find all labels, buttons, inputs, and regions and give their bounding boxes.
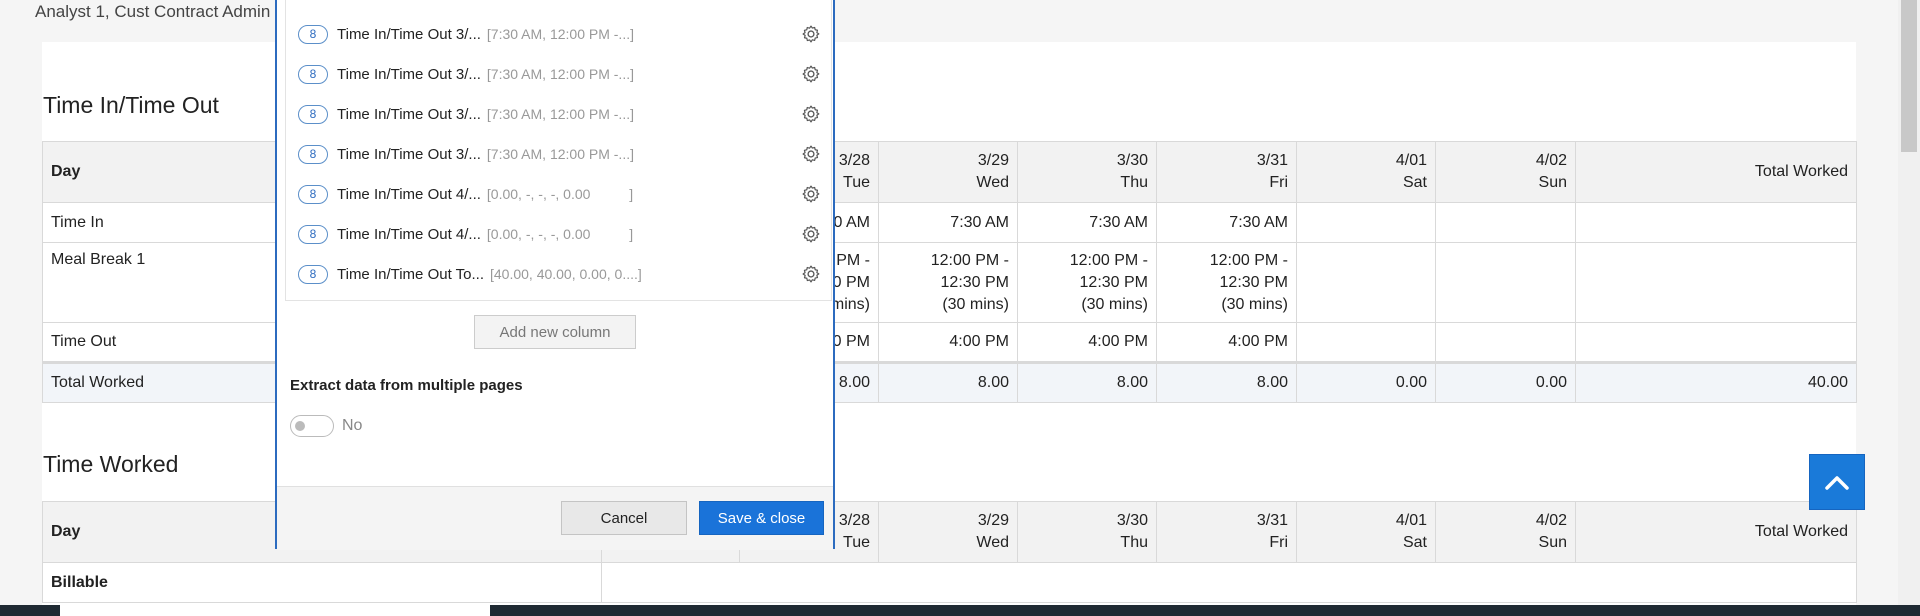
- column-preview: [0.00, -, -, -, 0.00 ]: [486, 226, 634, 242]
- column-name: Time In/Time Out To...: [337, 265, 484, 283]
- gear-icon[interactable]: [801, 184, 821, 204]
- list-item[interactable]: 8 Time In/Time Out To... [40.00, 40.00, …: [286, 254, 831, 294]
- chevron-up-icon: [1825, 476, 1849, 490]
- modal-footer: Cancel Save & close: [277, 486, 833, 550]
- count-badge: 8: [298, 224, 328, 244]
- column-name: Time In/Time Out 4/...: [337, 185, 481, 203]
- total-header: Total Worked: [1575, 501, 1857, 563]
- table-cell: [1435, 202, 1576, 243]
- table-cell: 8.00: [878, 361, 1018, 403]
- column-preview: [7:30 AM, 12:00 PM -...]: [486, 66, 634, 82]
- save-and-close-button[interactable]: Save & close: [699, 501, 824, 535]
- table-cell: [1435, 322, 1576, 363]
- table-cell: [1296, 202, 1436, 243]
- col-header: 3/31 Fri: [1156, 141, 1297, 203]
- list-item[interactable]: 8 Time In/Time Out 3/... [7:30 AM, 12:00…: [286, 134, 831, 174]
- column-preview: [0.00, -, -, -, 0.00 ]: [486, 186, 634, 202]
- gear-icon[interactable]: [801, 144, 821, 164]
- count-badge: 8: [298, 64, 328, 84]
- gear-icon[interactable]: [801, 224, 821, 244]
- column-preview: [7:30 AM, 12:00 PM -...]: [486, 26, 634, 42]
- column-preview: [40.00, 40.00, 0.00, 0....]: [489, 266, 642, 282]
- table-cell: 12:00 PM -12:30 PM (30 mins): [878, 242, 1018, 323]
- table-cell: 8.00: [1156, 361, 1297, 403]
- table-cell: [1296, 242, 1436, 323]
- table-cell: 12:00 PM -12:30 PM (30 mins): [1017, 242, 1157, 323]
- column-name: Time In/Time Out 3/...: [337, 105, 481, 123]
- col-header: 4/02 Sun: [1435, 501, 1576, 563]
- scrollbar-thumb[interactable]: [1901, 0, 1917, 152]
- col-header: 4/01 Sat: [1296, 141, 1436, 203]
- table-cell: 4:00 PM: [878, 322, 1018, 363]
- count-badge: 8: [298, 104, 328, 124]
- list-item[interactable]: 8 Time In/Time Out 3/... [7:30 AM, 12:00…: [286, 14, 831, 54]
- table-cell: 8.00: [1017, 361, 1157, 403]
- column-name: Time In/Time Out 3/...: [337, 25, 481, 43]
- table-cell: 7:30 AM: [1017, 202, 1157, 243]
- list-item[interactable]: 8 Time In/Time Out 3/... [7:30 AM, 12:00…: [286, 94, 831, 134]
- list-item[interactable]: 8 Time In/Time Out 3/... [7:30 AM, 12:00…: [286, 54, 831, 94]
- table-cell: 0.00: [1435, 361, 1576, 403]
- list-item[interactable]: 8 Time In/Time Out 4/... [0.00, -, -, -,…: [286, 174, 831, 214]
- toggle-knob: [295, 421, 305, 431]
- column-list: 8 Time In/Time Out 3/... [7:30 AM, 12:00…: [285, 0, 832, 301]
- table-cell: [1435, 242, 1576, 323]
- col-header: 3/30 Thu: [1017, 501, 1157, 563]
- col-header: 3/29 Wed: [878, 141, 1018, 203]
- table-cell: 4:00 PM: [1017, 322, 1157, 363]
- column-name: Time In/Time Out 3/...: [337, 145, 481, 163]
- col-header: 3/31 Fri: [1156, 501, 1297, 563]
- col-header: 3/29 Wed: [878, 501, 1018, 563]
- table-cell: [1575, 242, 1857, 323]
- user-role-text: Analyst 1, Cust Contract Admin: [35, 2, 271, 21]
- count-badge: 8: [298, 144, 328, 164]
- col-header: 4/01 Sat: [1296, 501, 1436, 563]
- column-preview: [7:30 AM, 12:00 PM -...]: [486, 106, 634, 122]
- table-cell: [1296, 322, 1436, 363]
- taskbar-search-area[interactable]: [60, 605, 490, 616]
- time-in-out-title: Time In/Time Out: [43, 92, 219, 118]
- table-cell: 7:30 AM: [1156, 202, 1297, 243]
- table-cell: [1575, 202, 1857, 243]
- table-cell: 12:00 PM -12:30 PM (30 mins): [1156, 242, 1297, 323]
- count-badge: 8: [298, 264, 328, 284]
- col-header: 4/02 Sun: [1435, 141, 1576, 203]
- add-new-column-button[interactable]: Add new column: [474, 315, 636, 349]
- table-cell: [1575, 322, 1857, 363]
- table-cell: 40.00: [1575, 361, 1857, 403]
- table-cell: 7:30 AM: [878, 202, 1018, 243]
- table-cell: 4:00 PM: [1156, 322, 1297, 363]
- page-scrollbar[interactable]: [1898, 0, 1920, 605]
- extract-multiple-pages-toggle[interactable]: [290, 415, 334, 437]
- count-badge: 8: [298, 24, 328, 44]
- column-preview: [7:30 AM, 12:00 PM -...]: [486, 146, 634, 162]
- list-item[interactable]: 8 Time In/Time Out 4/... [0.00, -, -, -,…: [286, 214, 831, 254]
- total-header: Total Worked: [1575, 141, 1857, 203]
- gear-icon[interactable]: [801, 64, 821, 84]
- extract-multiple-pages-label: Extract data from multiple pages: [290, 377, 523, 394]
- column-config-modal: 8 Time In/Time Out 3/... [7:30 AM, 12:00…: [275, 0, 835, 550]
- table-row: Billable: [42, 562, 1857, 603]
- gear-icon[interactable]: [801, 24, 821, 44]
- gear-icon[interactable]: [801, 264, 821, 284]
- toggle-value-text: No: [342, 417, 363, 434]
- column-name: Time In/Time Out 4/...: [337, 225, 481, 243]
- col-header: 3/30 Thu: [1017, 141, 1157, 203]
- count-badge: 8: [298, 184, 328, 204]
- time-worked-title: Time Worked: [43, 451, 179, 477]
- scroll-to-top-button[interactable]: [1809, 454, 1865, 510]
- cancel-button[interactable]: Cancel: [561, 501, 687, 535]
- billable-label: Billable: [42, 562, 602, 603]
- table-cell: [601, 562, 1857, 603]
- table-cell: 0.00: [1296, 361, 1436, 403]
- gear-icon[interactable]: [801, 104, 821, 124]
- column-name: Time In/Time Out 3/...: [337, 65, 481, 83]
